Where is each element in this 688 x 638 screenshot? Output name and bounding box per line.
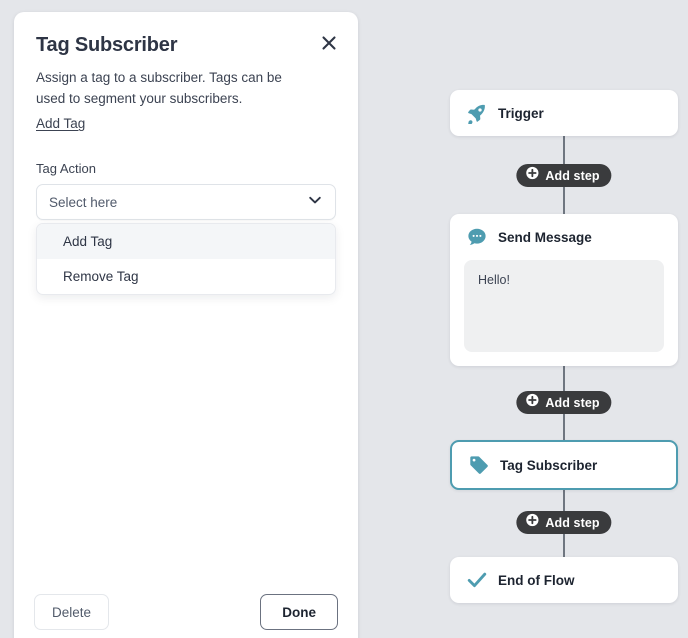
dropdown-option-add-tag[interactable]: Add Tag xyxy=(37,224,335,259)
page-title: Tag Subscriber xyxy=(36,34,178,56)
flow-node-tag-subscriber[interactable]: Tag Subscriber xyxy=(450,440,678,490)
tag-action-select-value: Select here xyxy=(49,194,118,210)
delete-button[interactable]: Delete xyxy=(34,594,110,630)
tag-subscriber-panel: Tag Subscriber Assign a tag to a subscri… xyxy=(14,12,358,638)
flow-node-title: End of Flow xyxy=(498,572,575,588)
add-step-label: Add step xyxy=(545,515,600,530)
plus-circle-icon xyxy=(525,393,539,412)
tag-icon xyxy=(468,454,490,476)
flow-node-title: Trigger xyxy=(498,105,544,121)
flow-node-send-message[interactable]: Send Message Hello! xyxy=(450,214,678,366)
add-step-label: Add step xyxy=(545,395,600,410)
plus-circle-icon xyxy=(525,166,539,185)
plus-circle-icon xyxy=(525,513,539,532)
dropdown-option-remove-tag[interactable]: Remove Tag xyxy=(37,259,335,294)
check-icon xyxy=(466,569,488,591)
tag-action-dropdown-menu: Add Tag Remove Tag xyxy=(36,223,336,295)
done-button[interactable]: Done xyxy=(260,594,338,630)
close-button[interactable] xyxy=(316,30,342,56)
add-step-button-3[interactable]: Add step xyxy=(516,511,612,534)
add-step-label: Add step xyxy=(545,168,600,183)
chat-bubble-icon xyxy=(466,226,488,248)
add-tag-link[interactable]: Add Tag xyxy=(36,116,85,131)
flow-canvas: Trigger Add step Send Message Hello! Add… xyxy=(358,0,688,638)
panel-footer: Delete Done xyxy=(14,594,358,630)
tag-action-label: Tag Action xyxy=(36,161,96,176)
tag-action-select[interactable]: Select here xyxy=(36,184,336,220)
panel-header: Tag Subscriber Assign a tag to a subscri… xyxy=(14,12,358,133)
chevron-down-icon xyxy=(307,192,323,213)
panel-body: Tag Action Select here Add Tag Remove Ta… xyxy=(14,161,358,295)
flow-node-end-of-flow[interactable]: End of Flow xyxy=(450,557,678,603)
flow-node-title: Tag Subscriber xyxy=(500,457,598,473)
add-step-button-1[interactable]: Add step xyxy=(516,164,612,187)
message-body: Hello! xyxy=(464,260,664,352)
close-icon xyxy=(322,36,336,50)
flow-node-trigger[interactable]: Trigger xyxy=(450,90,678,136)
panel-description: Assign a tag to a subscriber. Tags can b… xyxy=(36,70,282,106)
rocket-icon xyxy=(466,102,488,124)
flow-node-title: Send Message xyxy=(498,229,592,245)
add-step-button-2[interactable]: Add step xyxy=(516,391,612,414)
